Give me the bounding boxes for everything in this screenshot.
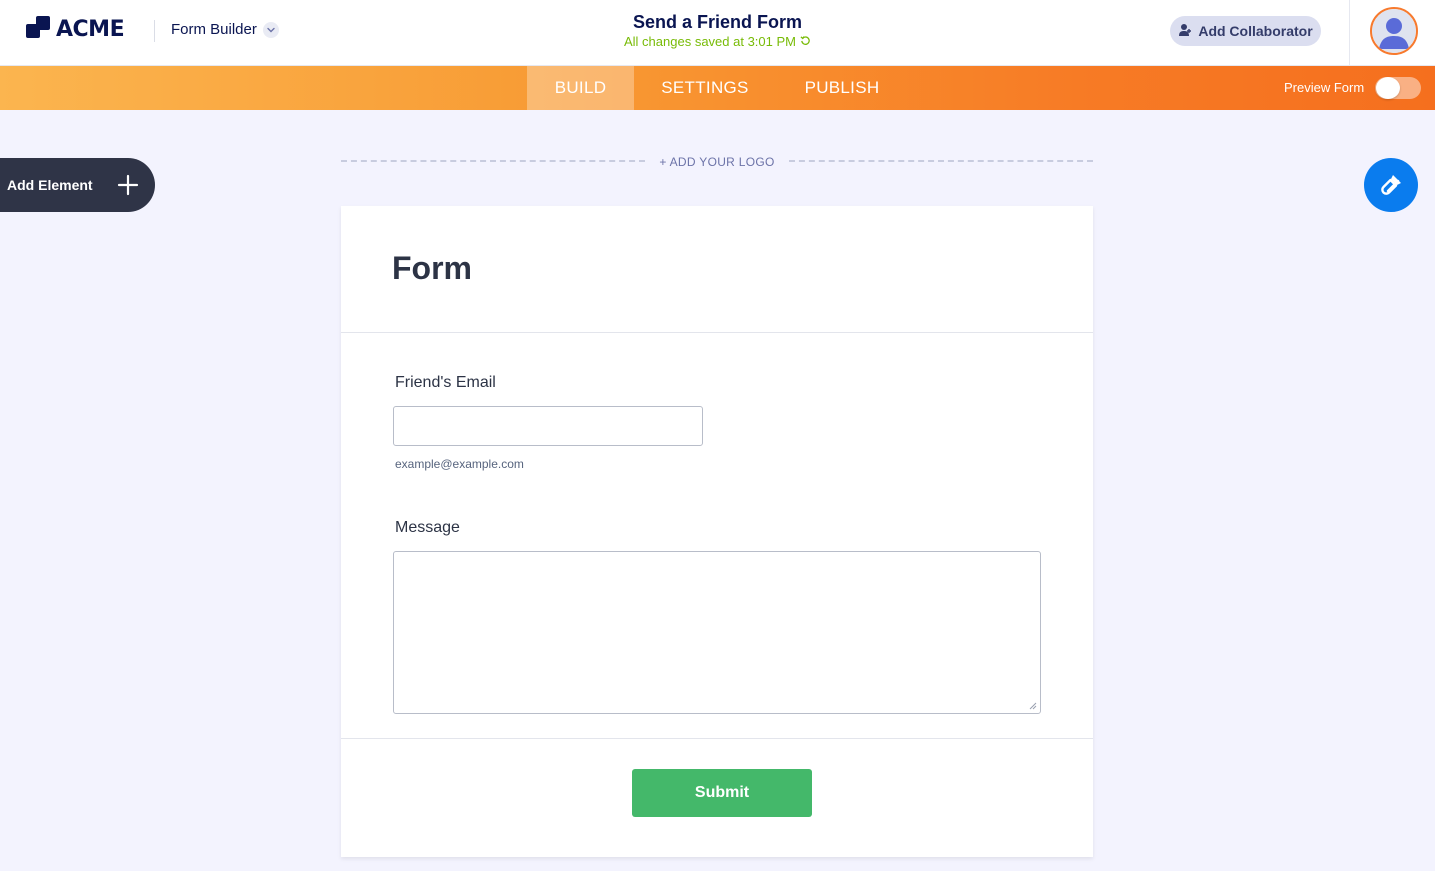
builder-nav: BUILD SETTINGS PUBLISH Preview Form [0,66,1435,110]
refresh-icon [800,33,811,51]
logo-dashed-line-left [341,160,645,162]
add-logo-link[interactable]: + ADD YOUR LOGO [645,155,789,169]
logo-dashed-line-right [789,160,1093,162]
add-collaborator-label: Add Collaborator [1198,23,1313,39]
tab-publish[interactable]: PUBLISH [790,66,894,110]
add-element-button[interactable]: Add Element [0,158,155,212]
add-element-label: Add Element [7,177,93,193]
form-card: Form Friend's Email example@example.com … [341,206,1093,857]
form-designer-button[interactable] [1364,158,1418,212]
friends-email-label: Friend's Email [395,374,496,391]
heading-divider [341,332,1093,333]
preview-form-toggle[interactable] [1375,77,1421,99]
avatar-icon [1372,9,1416,53]
paint-brush-icon [1381,175,1401,195]
add-collaborator-button[interactable]: Add Collaborator [1170,16,1321,46]
submit-divider [341,738,1093,739]
preview-form-label: Preview Form [1284,80,1365,95]
save-status-text: All changes saved at 3:01 PM [624,34,796,49]
tab-build[interactable]: BUILD [527,66,634,110]
form-heading[interactable]: Form [392,250,472,287]
friends-email-input[interactable] [393,406,703,446]
plus-icon [117,174,139,196]
message-label: Message [395,519,460,536]
avatar[interactable] [1370,7,1418,55]
save-status: All changes saved at 3:01 PM [624,33,811,51]
add-user-icon [1178,23,1192,40]
toggle-knob [1376,77,1400,99]
top-header: ACME Form Builder Send a Friend Form All… [0,0,1435,66]
resize-grip-icon[interactable] [1029,702,1037,710]
tab-settings[interactable]: SETTINGS [646,66,764,110]
friends-email-sublabel: example@example.com [395,457,524,471]
header-divider-right [1349,0,1350,66]
message-textarea[interactable] [393,551,1041,714]
submit-button[interactable]: Submit [632,769,812,817]
